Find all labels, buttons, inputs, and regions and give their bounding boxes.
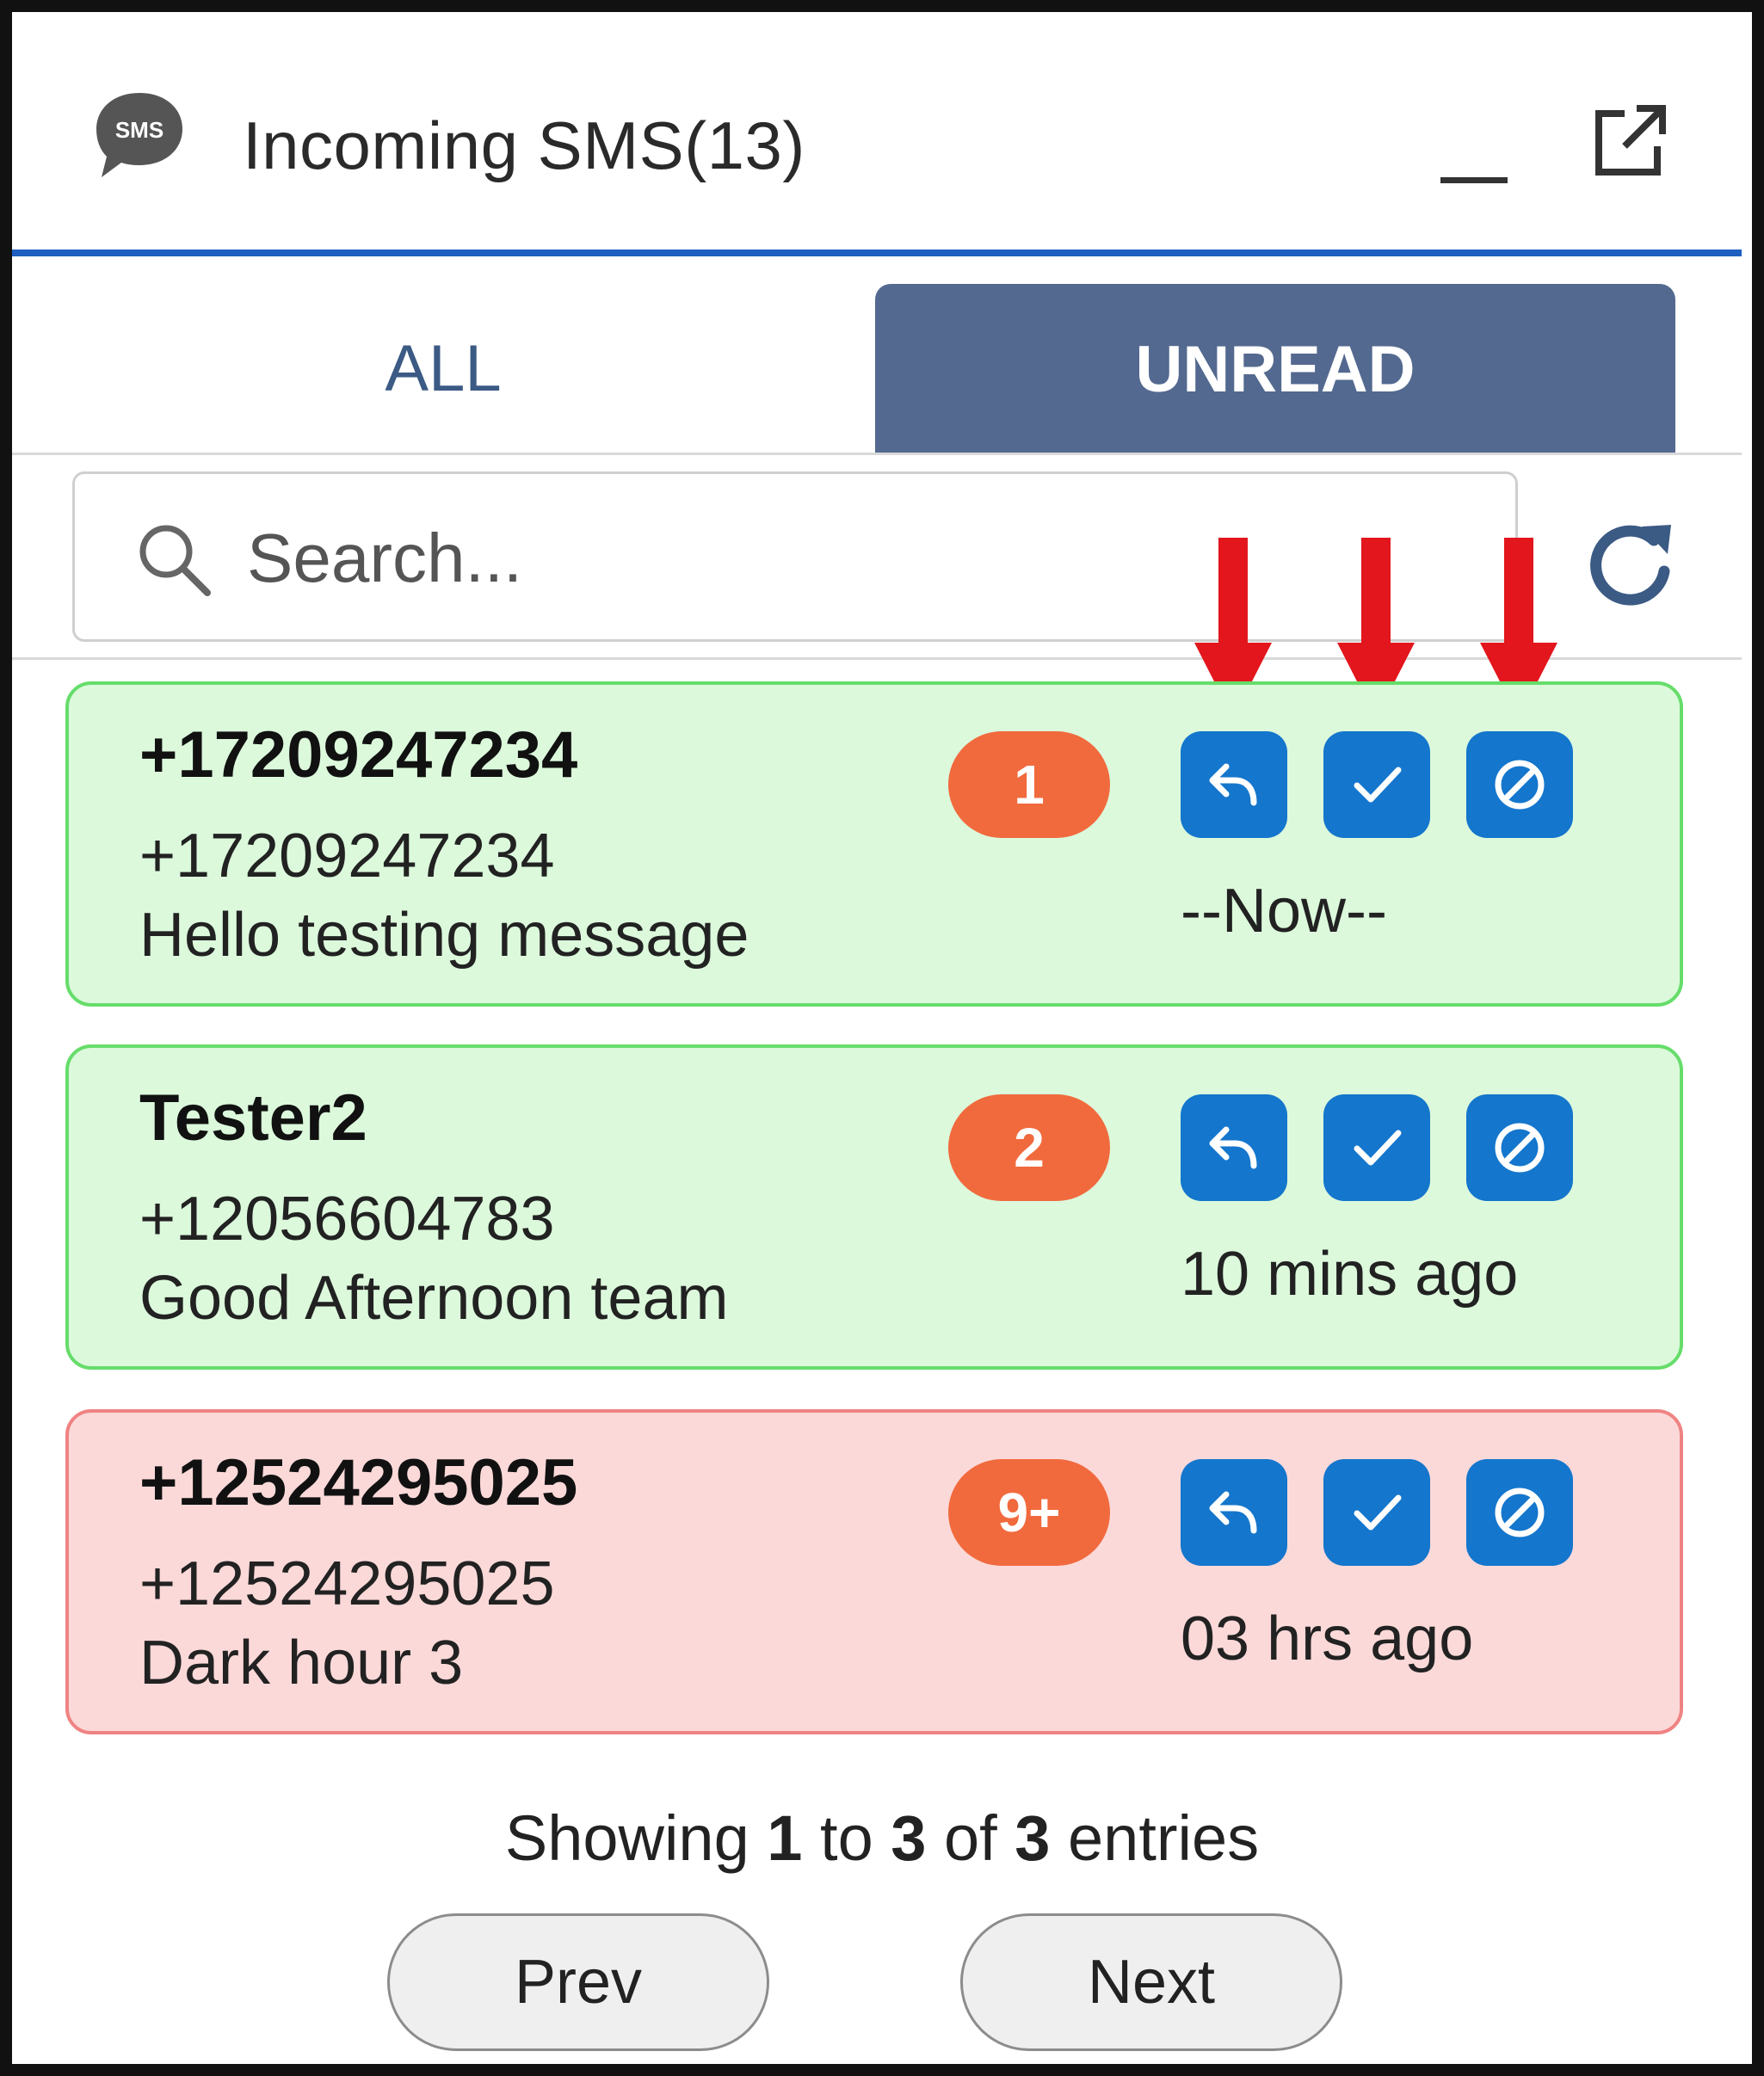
sms-icon-text: SMS xyxy=(115,117,163,143)
tabs-divider xyxy=(12,453,1742,455)
reply-icon xyxy=(1209,763,1257,806)
tab-unread[interactable]: UNREAD xyxy=(875,284,1675,454)
summary-prefix: Showing xyxy=(504,1802,749,1874)
message-time: --Now-- xyxy=(1181,877,1387,946)
sender-name: Tester2 xyxy=(139,1081,367,1155)
refresh-icon[interactable] xyxy=(1582,514,1683,618)
widget-title: Incoming SMS(13) xyxy=(243,108,805,183)
summary-from: 1 xyxy=(767,1802,803,1874)
external-link-icon[interactable] xyxy=(1587,98,1673,184)
sender-name: +17209247234 xyxy=(139,718,578,792)
tab-all[interactable]: ALL xyxy=(12,282,874,454)
message-card[interactable]: Tester2 +12056604783 Good Afternoon team… xyxy=(65,1044,1683,1370)
summary-to-word: to xyxy=(820,1802,873,1874)
block-icon xyxy=(1495,760,1545,810)
mark-read-button[interactable] xyxy=(1323,1459,1430,1566)
message-time: 03 hrs ago xyxy=(1181,1605,1474,1673)
sender-number: +17209247234 xyxy=(139,822,555,890)
message-time: 10 mins ago xyxy=(1181,1240,1519,1309)
block-button[interactable] xyxy=(1466,1459,1573,1566)
check-icon xyxy=(1354,1494,1402,1531)
unread-count-badge: 9+ xyxy=(948,1459,1110,1566)
summary-of-word: of xyxy=(944,1802,997,1874)
sender-number: +12056604783 xyxy=(139,1185,555,1254)
widget-header: SMS Incoming SMS(13) xyxy=(12,12,1742,253)
block-icon xyxy=(1495,1488,1545,1537)
pagination-summary: Showing 1 to 3 of 3 entries xyxy=(0,1802,1764,1875)
reply-button[interactable] xyxy=(1181,1094,1287,1201)
message-preview: Good Afternoon team xyxy=(139,1264,729,1333)
message-preview: Dark hour 3 xyxy=(139,1629,464,1697)
check-icon xyxy=(1354,767,1402,803)
summary-entries-word: entries xyxy=(1068,1802,1260,1874)
minimize-icon[interactable] xyxy=(1430,145,1508,188)
message-preview: Hello testing message xyxy=(139,901,749,970)
summary-to: 3 xyxy=(891,1802,927,1874)
message-card[interactable]: +12524295025 +12524295025 Dark hour 3 9+… xyxy=(65,1409,1683,1734)
sender-number: +12524295025 xyxy=(139,1549,555,1618)
reply-button[interactable] xyxy=(1181,731,1287,838)
check-icon xyxy=(1354,1130,1402,1166)
unread-count-badge: 1 xyxy=(948,731,1110,838)
reply-icon xyxy=(1209,1126,1257,1169)
prev-button[interactable]: Prev xyxy=(387,1913,769,2051)
next-button[interactable]: Next xyxy=(960,1913,1342,2051)
search-box xyxy=(72,471,1518,642)
search-icon xyxy=(139,525,211,596)
block-button[interactable] xyxy=(1466,1094,1573,1201)
message-card[interactable]: +17209247234 +17209247234 Hello testing … xyxy=(65,681,1683,1007)
sms-bubble-icon: SMS xyxy=(96,93,182,177)
mark-read-button[interactable] xyxy=(1323,1094,1430,1201)
block-button[interactable] xyxy=(1466,731,1573,838)
summary-total: 3 xyxy=(1015,1802,1051,1874)
reply-button[interactable] xyxy=(1181,1459,1287,1566)
mark-read-button[interactable] xyxy=(1323,731,1430,838)
unread-count-badge: 2 xyxy=(948,1094,1110,1201)
header-divider xyxy=(12,249,1742,256)
search-input[interactable] xyxy=(247,500,1486,617)
block-icon xyxy=(1495,1123,1545,1173)
reply-icon xyxy=(1209,1491,1257,1534)
tab-bar: ALL UNREAD xyxy=(12,256,1742,454)
sender-name: +12524295025 xyxy=(139,1446,578,1519)
